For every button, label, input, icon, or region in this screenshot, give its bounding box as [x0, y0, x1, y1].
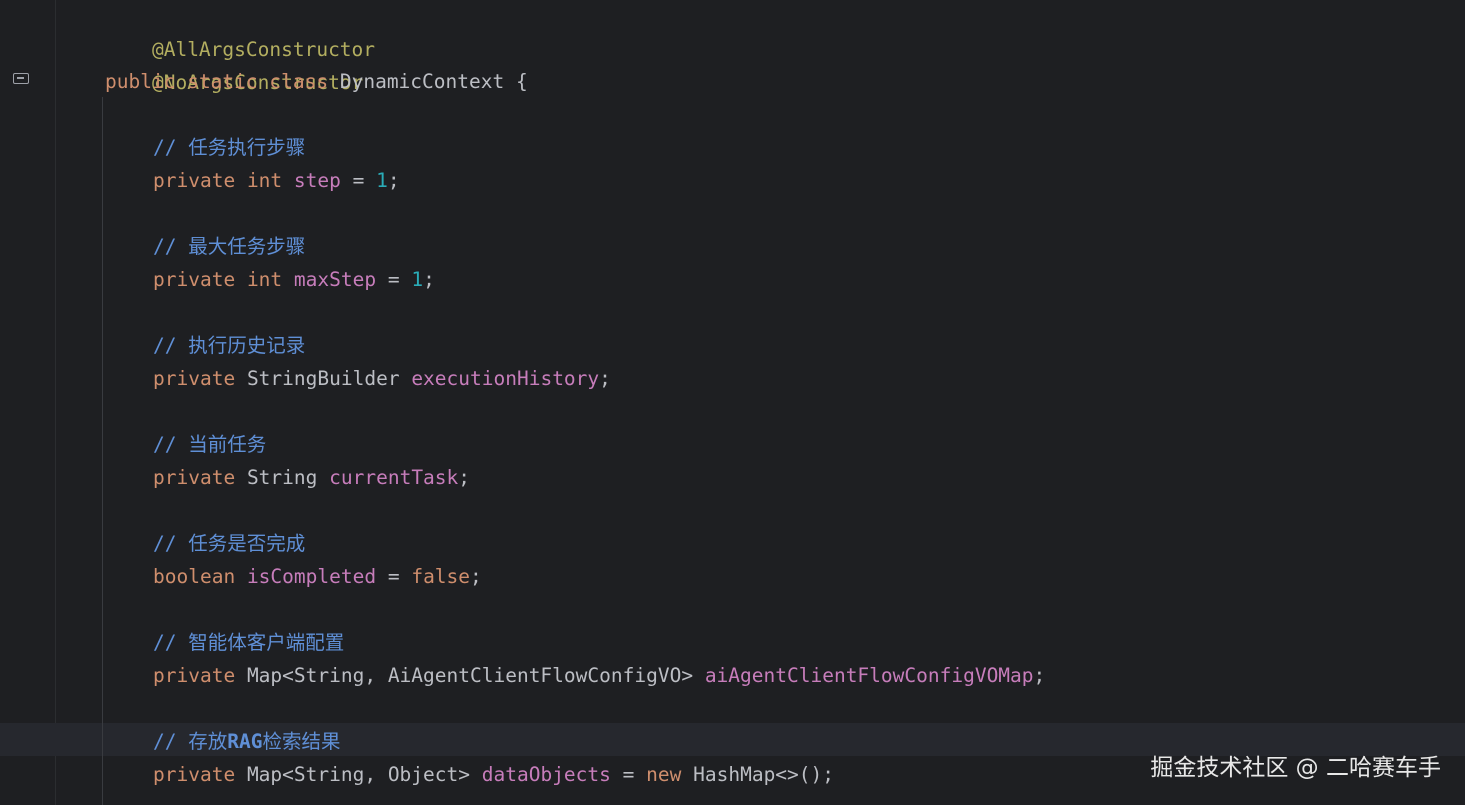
keyword: private	[153, 763, 236, 786]
keyword: static	[187, 70, 258, 93]
comment-text: RAG	[227, 730, 263, 753]
comment-slashes: //	[153, 532, 177, 555]
keyword: boolean	[153, 565, 236, 588]
field-name: step	[293, 169, 341, 192]
code-line-field-max-step[interactable]: private int maxStep = 1;	[153, 263, 435, 296]
code-line-comment[interactable]: // 最大任务步骤	[153, 230, 305, 263]
code-line-comment[interactable]: // 执行历史记录	[153, 329, 305, 362]
keyword: private	[153, 664, 236, 687]
semicolon: ;	[387, 169, 400, 192]
code-line-field-history[interactable]: private StringBuilder executionHistory;	[153, 362, 611, 395]
semicolon: ;	[458, 466, 471, 489]
constructor-call: HashMap<>()	[693, 763, 823, 786]
keyword: int	[246, 169, 283, 192]
keyword: private	[153, 367, 236, 390]
comment-slashes: //	[153, 433, 177, 456]
comment-text: 智能体客户端配置	[188, 631, 345, 654]
field-name: currentTask	[329, 466, 459, 489]
watermark: 掘金技术社区 @ 二哈赛车手	[1150, 755, 1441, 781]
semicolon: ;	[1033, 664, 1046, 687]
comment-text: 检索结果	[262, 730, 341, 753]
operator: =	[622, 763, 635, 786]
keyword: private	[153, 466, 236, 489]
comment-text: 任务执行步骤	[188, 136, 306, 159]
operator: =	[387, 565, 400, 588]
comment-text: 任务是否完成	[188, 532, 306, 555]
code-editor[interactable]: @AllArgsConstructor @NoArgsConstructor p…	[0, 0, 1465, 805]
code-line-comment[interactable]: // 任务执行步骤	[153, 131, 305, 164]
code-line-comment[interactable]: // 任务是否完成	[153, 527, 305, 560]
semicolon: ;	[599, 367, 611, 390]
semicolon: ;	[423, 268, 435, 291]
keyword: new	[646, 763, 682, 786]
comment-text: 存放	[188, 730, 228, 753]
code-line-annotation-no-args[interactable]: @NoArgsConstructor	[105, 33, 363, 94]
type-name: StringBuilder	[246, 367, 400, 390]
comment-slashes: //	[153, 730, 177, 753]
code-line-comment[interactable]: // 存放RAG检索结果	[153, 725, 341, 758]
brace: {	[515, 70, 528, 93]
field-name: maxStep	[293, 268, 377, 291]
number-literal: 1	[376, 169, 388, 192]
number-literal: 1	[411, 268, 424, 291]
type-name: Map<String, AiAgentClientFlowConfigVO>	[246, 664, 694, 687]
class-name: DynamicContext	[339, 70, 505, 93]
field-name: isCompleted	[246, 565, 377, 588]
comment-text: 执行历史记录	[188, 334, 306, 357]
operator: =	[352, 169, 365, 192]
semicolon: ;	[470, 565, 482, 588]
comment-slashes: //	[153, 235, 177, 258]
keyword: private	[153, 169, 236, 192]
comment-slashes: //	[153, 136, 177, 159]
type-name: String	[246, 466, 318, 489]
gutter-divider	[55, 0, 56, 805]
keyword: class	[269, 70, 329, 93]
field-name: executionHistory	[411, 367, 600, 390]
code-line-field-completed[interactable]: boolean isCompleted = false;	[153, 560, 482, 593]
type-name: Map<String, Object>	[246, 763, 470, 786]
code-line-comment[interactable]: // 当前任务	[153, 428, 266, 461]
keyword: private	[153, 268, 236, 291]
code-line-field-step[interactable]: private int step = 1;	[153, 164, 400, 197]
boolean-literal: false	[411, 565, 471, 588]
operator: =	[387, 268, 400, 291]
comment-text: 当前任务	[188, 433, 267, 456]
indent-guide	[102, 97, 103, 805]
code-line-comment[interactable]: // 智能体客户端配置	[153, 626, 344, 659]
code-line-field-agent-config[interactable]: private Map<String, AiAgentClientFlowCon…	[153, 659, 1045, 692]
field-name: aiAgentClientFlowConfigVOMap	[704, 664, 1034, 687]
code-line-annotation-all-args[interactable]: @AllArgsConstructor	[105, 0, 375, 61]
code-line-field-current-task[interactable]: private String currentTask;	[153, 461, 470, 494]
structure-icon[interactable]	[13, 73, 29, 84]
comment-slashes: //	[153, 334, 177, 357]
semicolon: ;	[822, 763, 835, 786]
code-line-class-declaration[interactable]: public static class DynamicContext {	[105, 65, 528, 98]
code-line-field-data-objects[interactable]: private Map<String, Object> dataObjects …	[153, 758, 834, 791]
keyword: int	[246, 268, 283, 291]
keyword: public	[105, 70, 176, 93]
comment-text: 最大任务步骤	[188, 235, 306, 258]
field-name: dataObjects	[481, 763, 611, 786]
comment-slashes: //	[153, 631, 177, 654]
